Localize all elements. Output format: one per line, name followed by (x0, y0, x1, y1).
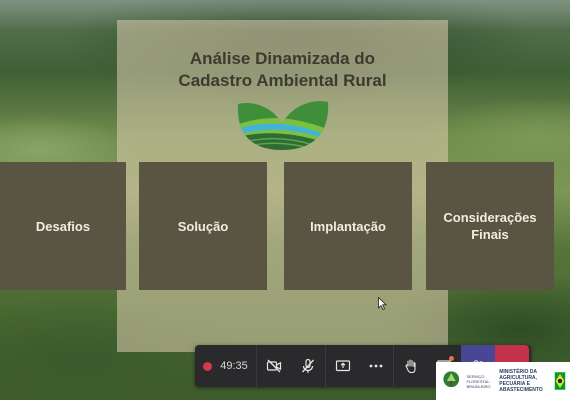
chat-notification-dot (449, 356, 454, 361)
timer-text: 49:35 (220, 360, 248, 372)
more-options-button[interactable] (359, 345, 393, 387)
car-logo-icon (237, 101, 329, 150)
raise-hand-icon (405, 359, 416, 374)
share-screen-icon (335, 360, 350, 372)
tile-label: Considerações Finais (443, 210, 537, 242)
slide-title-line2: Cadastro Ambiental Rural (178, 71, 387, 90)
mouse-cursor-icon (378, 297, 387, 310)
brazil-flag-icon (554, 372, 566, 390)
recording-timer: 49:35 (195, 345, 257, 387)
forest-service-emblem-icon (443, 371, 460, 388)
camera-toggle-button[interactable] (257, 345, 291, 387)
tile-desafios[interactable]: Desafios (0, 162, 126, 290)
tile-consideracoes-finais[interactable]: Considerações Finais (426, 162, 554, 290)
slide-title: Análise Dinamizada do Cadastro Ambiental… (117, 48, 448, 92)
camera-off-icon (266, 359, 282, 373)
record-dot-icon (203, 361, 213, 371)
more-icon (369, 364, 383, 368)
slide-title-line1: Análise Dinamizada do (189, 49, 376, 68)
mic-off-icon (302, 358, 314, 373)
forest-service-label: SERVIÇO FLORESTAL BRASILEIRO (466, 373, 491, 389)
mic-toggle-button[interactable] (291, 345, 325, 387)
ministry-name: MINISTÉRIO DA AGRICULTURA, PECUÁRIA E AB… (499, 369, 543, 393)
share-screen-button[interactable] (325, 345, 359, 387)
tile-solucao[interactable]: Solução (139, 162, 267, 290)
ministry-badge: SERVIÇO FLORESTAL BRASILEIRO MINISTÉRIO … (436, 362, 570, 400)
tile-label: Desafios (35, 218, 91, 234)
raise-hand-button[interactable] (393, 345, 427, 387)
tile-label: Solução (177, 218, 229, 234)
tile-label: Implantação (310, 218, 386, 234)
tile-implantacao[interactable]: Implantação (284, 162, 412, 290)
